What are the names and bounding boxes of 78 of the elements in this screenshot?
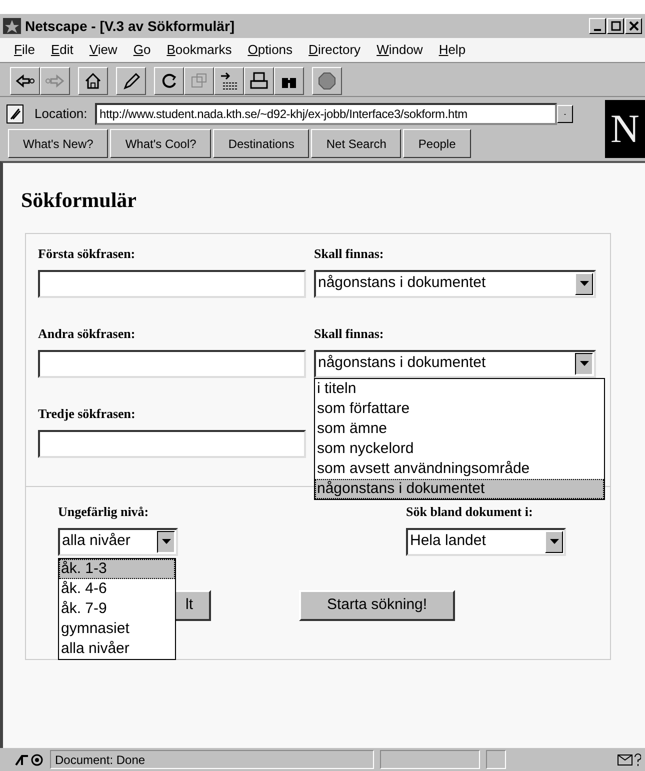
- submit-button[interactable]: Starta sökning!: [299, 590, 456, 620]
- minimize-icon: [594, 29, 601, 31]
- app-icon: [3, 18, 21, 34]
- location-field[interactable]: http://www.student.nada.kth.se/~d92-khj/ex-jobb/Interface3/sokform.htm: [94, 103, 557, 125]
- select-value: alla nivåer: [62, 531, 130, 552]
- security-key-icon: [14, 752, 44, 766]
- dropdown-option[interactable]: som ämne: [315, 418, 604, 438]
- bookmark-icon: [6, 104, 24, 124]
- menu-item[interactable]: Bookmarks: [158, 40, 240, 60]
- dropdown-select[interactable]: alla nivåer: [58, 528, 178, 556]
- toolbar-button[interactable]: [214, 67, 244, 95]
- toolbar-button[interactable]: [274, 67, 304, 95]
- caret-icon: [550, 539, 558, 544]
- select-value: någonstans i dokumentet: [318, 353, 486, 374]
- dropdown-select[interactable]: Hela landet: [406, 528, 566, 556]
- maximize-button[interactable]: [607, 18, 624, 34]
- toolbar-button[interactable]: [78, 67, 108, 95]
- select-value: någonstans i dokumentet: [318, 273, 486, 294]
- dropdown-select[interactable]: någonstans i dokumentet: [314, 270, 596, 298]
- caret-icon: [580, 281, 588, 286]
- close-icon: [628, 21, 638, 31]
- field-label: Skall finnas:: [314, 324, 385, 342]
- dropdown-option[interactable]: som författare: [315, 398, 604, 418]
- caret-icon: [162, 539, 170, 544]
- toolbar-button[interactable]: [244, 67, 274, 95]
- page-heading: Sökformulär: [21, 187, 138, 214]
- printer-icon: [249, 71, 269, 91]
- dropdown-option[interactable]: åk. 1-3: [59, 558, 175, 578]
- window-title: Netscape - [V.3 av Sökformulär]: [25, 16, 235, 36]
- field-label: Tredje sökfrasen:: [38, 404, 136, 422]
- menu-item[interactable]: View: [81, 40, 126, 60]
- dropdown-option[interactable]: som nyckelord: [315, 438, 604, 458]
- directory-button[interactable]: Destinations: [213, 129, 310, 158]
- dropdown-option[interactable]: gymnasiet: [59, 618, 175, 638]
- dropdown-option[interactable]: någonstans i dokumentet: [315, 478, 604, 498]
- dropdown-option[interactable]: som avsett användningsområde: [315, 458, 604, 478]
- dropdown-select[interactable]: någonstans i dokumentet: [314, 350, 596, 378]
- netscape-logo: N: [605, 100, 645, 158]
- caret-icon: [580, 361, 588, 366]
- location-label: Location:: [34, 105, 88, 124]
- menu-item[interactable]: Directory: [300, 40, 369, 60]
- stop-sign-icon: [317, 71, 337, 91]
- field-label: Ungefärlig nivå:: [58, 502, 150, 520]
- select-value: Hela landet: [410, 531, 486, 552]
- dropdown-option[interactable]: alla nivåer: [59, 638, 175, 658]
- maximize-icon: [610, 21, 620, 31]
- directory-button[interactable]: People: [403, 129, 471, 158]
- dropdown-option[interactable]: åk. 4-6: [59, 578, 175, 598]
- field-label: Sök bland dokument i:: [406, 502, 534, 520]
- menu-item[interactable]: File: [6, 40, 43, 60]
- text-field[interactable]: [38, 270, 306, 298]
- status-text: Document: Done: [50, 750, 374, 769]
- field-label: Första sökfrasen:: [38, 244, 136, 262]
- menu-item[interactable]: Window: [368, 40, 431, 60]
- dropdown-button[interactable]: [556, 105, 573, 123]
- menu-item[interactable]: Options: [240, 40, 301, 60]
- minimize-button[interactable]: [589, 18, 606, 34]
- status-field: [486, 750, 506, 769]
- menu-item[interactable]: Go: [125, 40, 159, 60]
- menu-item[interactable]: Edit: [42, 40, 82, 60]
- pencil-icon: [121, 71, 141, 91]
- toolbar-button[interactable]: [154, 67, 184, 95]
- dropdown-option[interactable]: i titeln: [315, 378, 604, 398]
- menu-item[interactable]: Help: [430, 40, 474, 60]
- directory-button[interactable]: Net Search: [311, 129, 402, 158]
- toolbar-button[interactable]: [116, 67, 146, 95]
- close-button[interactable]: [625, 18, 642, 34]
- field-label: Skall finnas:: [314, 244, 385, 262]
- text-field[interactable]: [38, 350, 306, 378]
- mail-icon: [617, 752, 641, 766]
- text-field[interactable]: [38, 430, 306, 458]
- dropdown-option[interactable]: åk. 7-9: [59, 598, 175, 618]
- directory-button[interactable]: What's New?: [8, 129, 108, 158]
- toolbar-button[interactable]: [10, 67, 40, 95]
- field-label: Andra sökfrasen:: [38, 324, 136, 342]
- directory-button[interactable]: What's Cool?: [110, 129, 212, 158]
- open-page-icon: [219, 71, 239, 91]
- home-icon: [83, 71, 103, 91]
